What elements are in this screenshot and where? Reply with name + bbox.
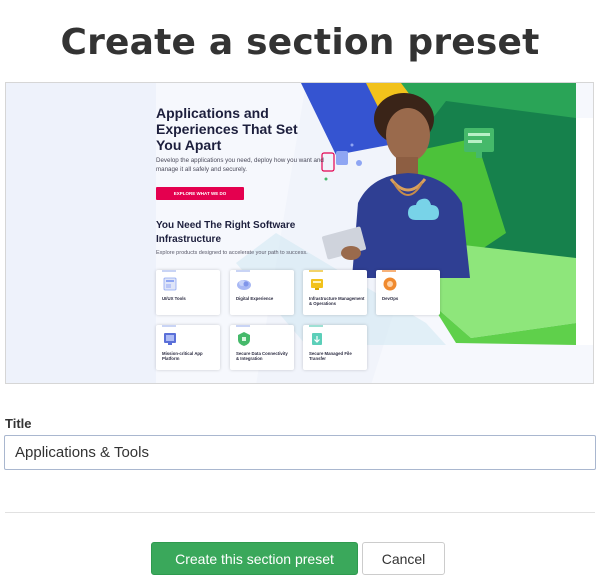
product-tile-label: Secure Managed File Transfer (309, 351, 352, 362)
section-preview: Applications and Experiences That Set Yo… (5, 82, 594, 384)
form-divider (5, 512, 595, 513)
title-field-label: Title (5, 416, 32, 431)
product-tile-label: Infrastructure Management & Operations (309, 296, 365, 307)
product-tile: Digital Experience (230, 270, 294, 315)
product-tile-label: UI/UX Tools (162, 296, 186, 301)
section-heading: You Need The Right Software Infrastructu… (156, 220, 296, 245)
product-tile: Secure Managed File Transfer (303, 325, 367, 370)
section-description: Explore products designed to accelerate … (156, 250, 308, 256)
hero-cta-button: EXPLORE WHAT WE DO (156, 187, 244, 200)
preview-hero: Applications and Experiences That Set Yo… (6, 83, 593, 383)
cancel-button[interactable]: Cancel (362, 542, 445, 575)
devops-icon (383, 277, 397, 291)
title-input[interactable] (4, 435, 596, 470)
file-transfer-icon (312, 333, 322, 345)
digital-experience-icon (237, 280, 251, 290)
data-connectivity-icon (238, 332, 250, 346)
product-tile-label: Mission-critical App Platform (162, 351, 203, 362)
infrastructure-icon (311, 279, 323, 290)
product-tile-label: Secure Data Connectivity & Integration (236, 351, 288, 362)
product-tile: UI/UX Tools (156, 270, 220, 315)
product-tile-label: DevOps (382, 296, 399, 301)
product-tile: Secure Data Connectivity & Integration (230, 325, 294, 370)
product-tile: Mission-critical App Platform (156, 325, 220, 370)
hero-description: Develop the applications you need, deplo… (156, 157, 324, 173)
ui-tools-icon (163, 277, 177, 291)
create-preset-button[interactable]: Create this section preset (151, 542, 358, 575)
page-title: Create a section preset (60, 22, 540, 64)
hero-heading: Applications and Experiences That Set Yo… (156, 105, 298, 153)
product-tile: Infrastructure Management & Operations (303, 270, 367, 315)
product-tile: DevOps (376, 270, 440, 315)
product-tile-label: Digital Experience (236, 296, 274, 301)
app-platform-icon (164, 333, 176, 345)
